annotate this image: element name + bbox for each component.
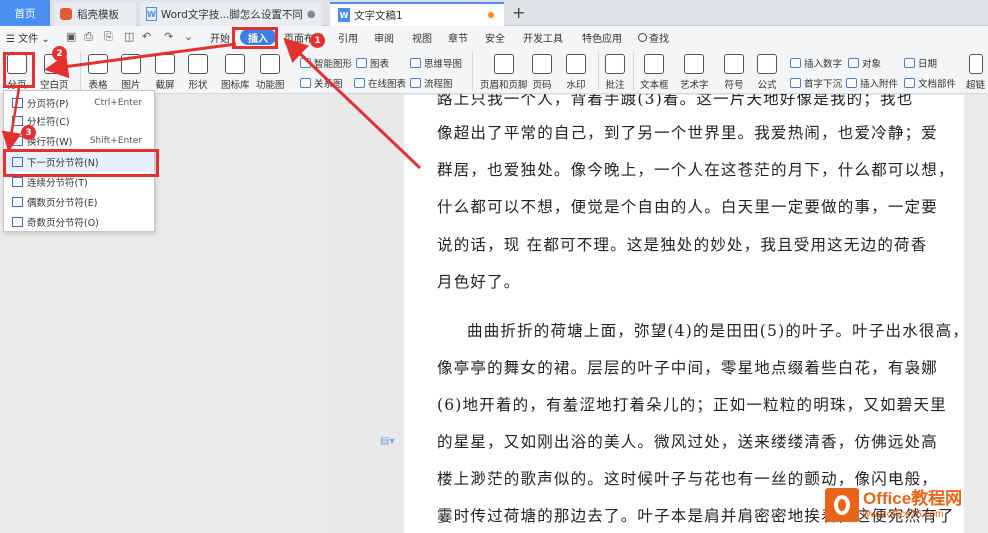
- annotation-arrows: [1, 37, 422, 170]
- arrow-to-section-break: [1, 87, 22, 152]
- step-badge-1: 1: [310, 33, 325, 48]
- office-logo-icon: [825, 488, 859, 522]
- step-badge-2: 2: [52, 46, 67, 61]
- step-badge-3: 3: [21, 125, 36, 140]
- arrow-to-insert-tab: [283, 37, 422, 170]
- site-watermark: Office教程网 www.office26.com: [825, 483, 985, 527]
- watermark-main: Office教程网: [863, 489, 963, 509]
- watermark-sub: www.office26.com: [863, 508, 944, 520]
- arrow-to-page-break: [44, 42, 237, 79]
